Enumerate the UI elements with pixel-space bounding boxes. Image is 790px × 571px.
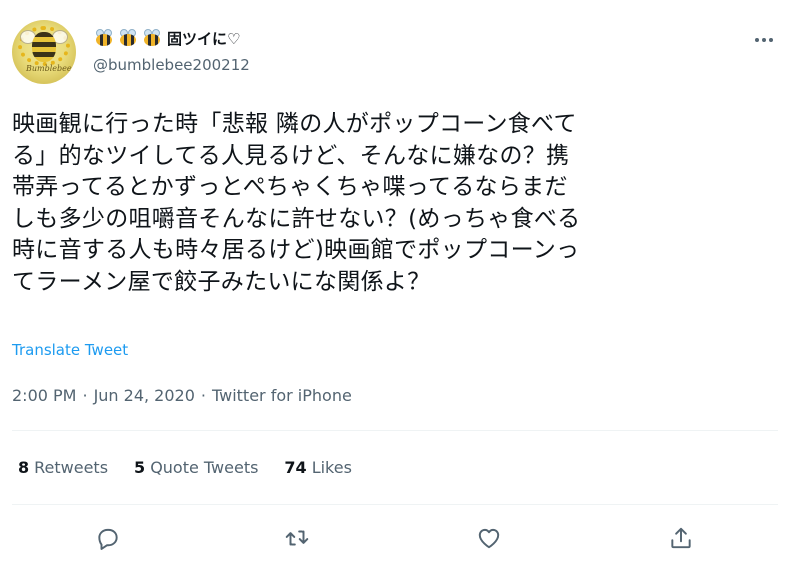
reply-icon (98, 528, 118, 550)
honeybee-icon (93, 28, 115, 48)
meta-separator: · (200, 386, 206, 405)
likes-stat[interactable]: 74 Likes (284, 458, 352, 477)
tweet-meta: 2:00 PM · Jun 24, 2020 · Twitter for iPh… (12, 386, 352, 405)
quote-tweets-stat[interactable]: 5 Quote Tweets (134, 458, 258, 477)
likes-label: Likes (311, 458, 352, 477)
honeybee-icon (117, 28, 139, 48)
share-icon (671, 527, 691, 549)
retweet-icon (285, 530, 309, 546)
quote-tweets-count: 5 (134, 458, 146, 477)
tweet-actions (0, 518, 790, 558)
honeybee-icon (141, 28, 163, 48)
retweets-label: Retweets (34, 458, 109, 477)
display-name[interactable]: 固ツイに♡ (167, 28, 240, 49)
quote-tweets-label: Quote Tweets (150, 458, 259, 477)
tweet-stats: 8 Retweets 5 Quote Tweets 74 Likes (18, 458, 352, 477)
meta-separator: · (82, 386, 88, 405)
like-button[interactable] (469, 518, 509, 558)
tweet-date[interactable]: Jun 24, 2020 (94, 386, 195, 405)
avatar-signature: Bumblebee (26, 64, 72, 73)
more-options-icon[interactable] (752, 28, 776, 52)
divider (12, 504, 778, 505)
retweet-button[interactable] (277, 518, 317, 558)
tweet-source[interactable]: Twitter for iPhone (212, 386, 352, 405)
tweet-time[interactable]: 2:00 PM (12, 386, 76, 405)
likes-count: 74 (284, 458, 307, 477)
divider (12, 430, 778, 431)
retweets-stat[interactable]: 8 Retweets (18, 458, 108, 477)
retweets-count: 8 (18, 458, 30, 477)
translate-tweet-link[interactable]: Translate Tweet (12, 341, 128, 359)
avatar-bee-body (32, 32, 56, 62)
share-button[interactable] (661, 518, 701, 558)
heart-icon (478, 528, 500, 549)
user-name-row[interactable]: 固ツイに♡ (93, 27, 240, 49)
user-handle[interactable]: @bumblebee200212 (93, 56, 250, 74)
reply-button[interactable] (88, 518, 128, 558)
avatar[interactable]: Bumblebee (12, 20, 76, 84)
tweet-text: 映画観に行った時「悲報 隣の人がポップコーン食べて る」的なツイしてる人見るけど… (12, 111, 581, 295)
